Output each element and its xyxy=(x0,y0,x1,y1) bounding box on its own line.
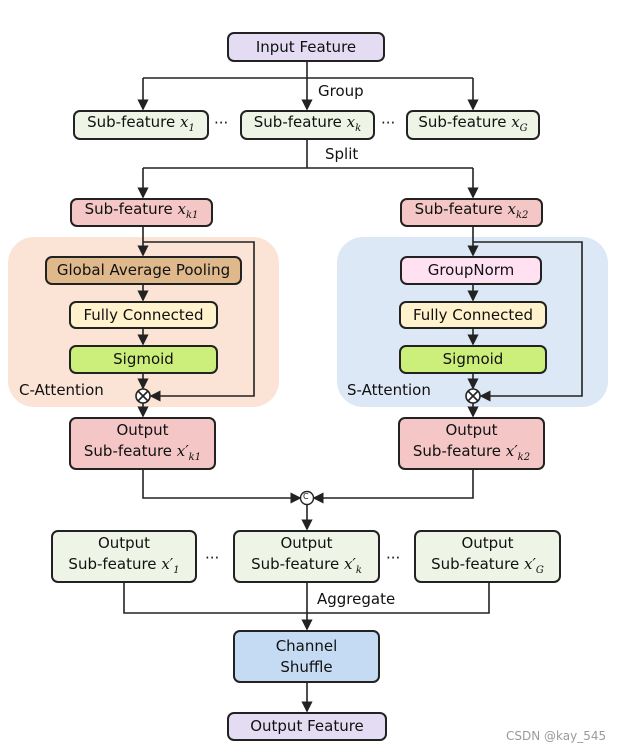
split-line xyxy=(143,140,473,169)
subfeature-k1-box: Sub-feature xk1 xyxy=(70,198,213,227)
aggregate-label: Aggregate xyxy=(317,590,396,608)
subfeature-k2-box: Sub-feature xk2 xyxy=(400,198,543,227)
ellipsis: ··· xyxy=(214,114,229,132)
group-label: Group xyxy=(318,82,364,100)
output-feature-box: Output Feature xyxy=(227,712,387,741)
s-fully-connected-box: Fully Connected xyxy=(399,301,547,329)
global-average-pooling-box: Global Average Pooling xyxy=(45,256,242,285)
output-subfeature-k2-box: Output Sub-feature x′k2 xyxy=(398,417,545,470)
split-label: Split xyxy=(325,145,359,163)
input-label: Input Feature xyxy=(255,37,357,56)
s-attention-label: S-Attention xyxy=(347,381,431,399)
sa-module-diagram: C Input Feature Group Sub-feature x1 ···… xyxy=(0,0,620,753)
input-feature-box: Input Feature xyxy=(227,32,385,62)
channel-shuffle-box: Channel Shuffle xyxy=(233,630,380,683)
subfeature-G-box: Sub-feature xG xyxy=(406,110,540,140)
ellipsis: ··· xyxy=(386,549,401,567)
ellipsis: ··· xyxy=(381,114,396,132)
ellipsis: ··· xyxy=(205,549,220,567)
multiply-icon xyxy=(465,388,481,404)
s-sigmoid-box: Sigmoid xyxy=(399,345,547,374)
output-subfeature-G-box: Output Sub-feature x′G xyxy=(414,530,561,583)
c-attention-label: C-Attention xyxy=(19,381,104,399)
c-fully-connected-box: Fully Connected xyxy=(69,301,218,329)
output-subfeature-1-box: Output Sub-feature x′1 xyxy=(51,530,197,583)
subfeature-1-box: Sub-feature x1 xyxy=(73,110,209,140)
subfeature-k-box: Sub-feature xk xyxy=(240,110,375,140)
output-subfeature-k1-box: Output Sub-feature x′k1 xyxy=(69,417,216,470)
groupnorm-box: GroupNorm xyxy=(400,256,542,285)
output-subfeature-k-box: Output Sub-feature x′k xyxy=(233,530,380,583)
multiply-icon xyxy=(135,388,151,404)
c-sigmoid-box: Sigmoid xyxy=(69,345,218,374)
group-line xyxy=(143,62,473,79)
watermark: CSDN @kay_545 xyxy=(506,729,607,743)
concat-symbol: C xyxy=(303,492,309,501)
